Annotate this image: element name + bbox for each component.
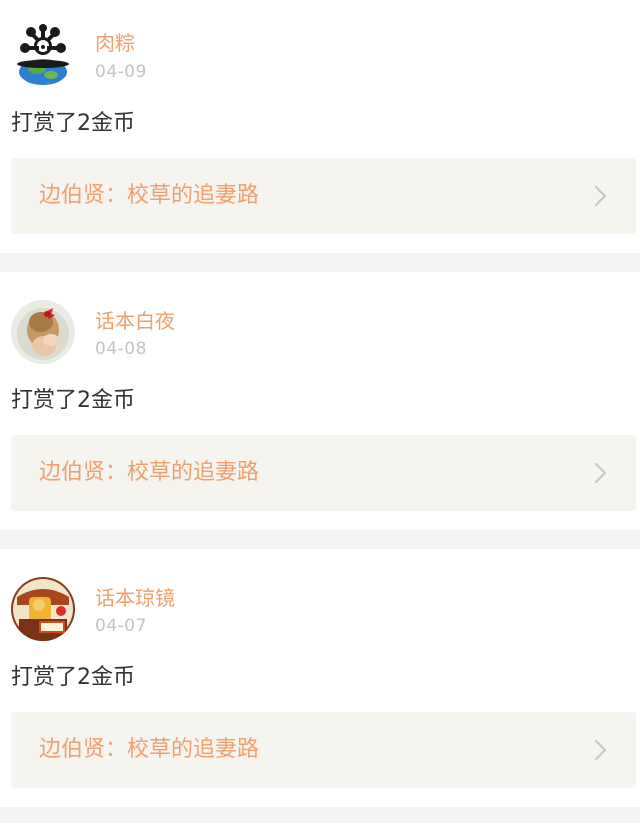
timestamp: 04-09	[95, 62, 147, 82]
illustrated-avatar-icon	[11, 577, 75, 641]
timestamp: 04-08	[95, 339, 147, 359]
book-title: 边伯贤：校草的追妻路	[39, 737, 260, 762]
feed-card: 肉粽 04-09 打赏了2金币 边伯贤：校草的追妻路	[0, 0, 640, 253]
username[interactable]: 话本琼镜	[95, 586, 175, 610]
book-link[interactable]: 边伯贤：校草的追妻路	[11, 435, 636, 511]
avatar[interactable]	[11, 22, 75, 86]
girl-with-red-bow-avatar-icon	[11, 300, 75, 364]
reward-message: 打赏了2金币	[11, 665, 135, 690]
reward-feed: 肉粽 04-09 打赏了2金币 边伯贤：校草的追妻路 话本白夜 04-08 打赏…	[0, 0, 640, 823]
chevron-right-icon	[588, 184, 612, 208]
chevron-right-icon	[588, 461, 612, 485]
feed-card: 话本白夜 04-08 打赏了2金币 边伯贤：校草的追妻路	[0, 272, 640, 530]
avatar[interactable]	[11, 300, 75, 364]
feed-card: 话本琼镜 04-07 打赏了2金币 边伯贤：校草的追妻路	[0, 549, 640, 807]
username[interactable]: 肉粽	[95, 31, 135, 55]
chevron-right-icon	[588, 738, 612, 762]
book-title: 边伯贤：校草的追妻路	[39, 460, 260, 485]
cartoon-globe-avatar-icon	[11, 22, 75, 86]
username[interactable]: 话本白夜	[95, 309, 175, 333]
reward-message: 打赏了2金币	[11, 388, 135, 413]
timestamp: 04-07	[95, 616, 147, 636]
reward-message: 打赏了2金币	[11, 111, 135, 136]
book-link[interactable]: 边伯贤：校草的追妻路	[11, 712, 636, 788]
book-link[interactable]: 边伯贤：校草的追妻路	[11, 158, 636, 234]
avatar[interactable]	[11, 577, 75, 641]
book-title: 边伯贤：校草的追妻路	[39, 183, 260, 208]
